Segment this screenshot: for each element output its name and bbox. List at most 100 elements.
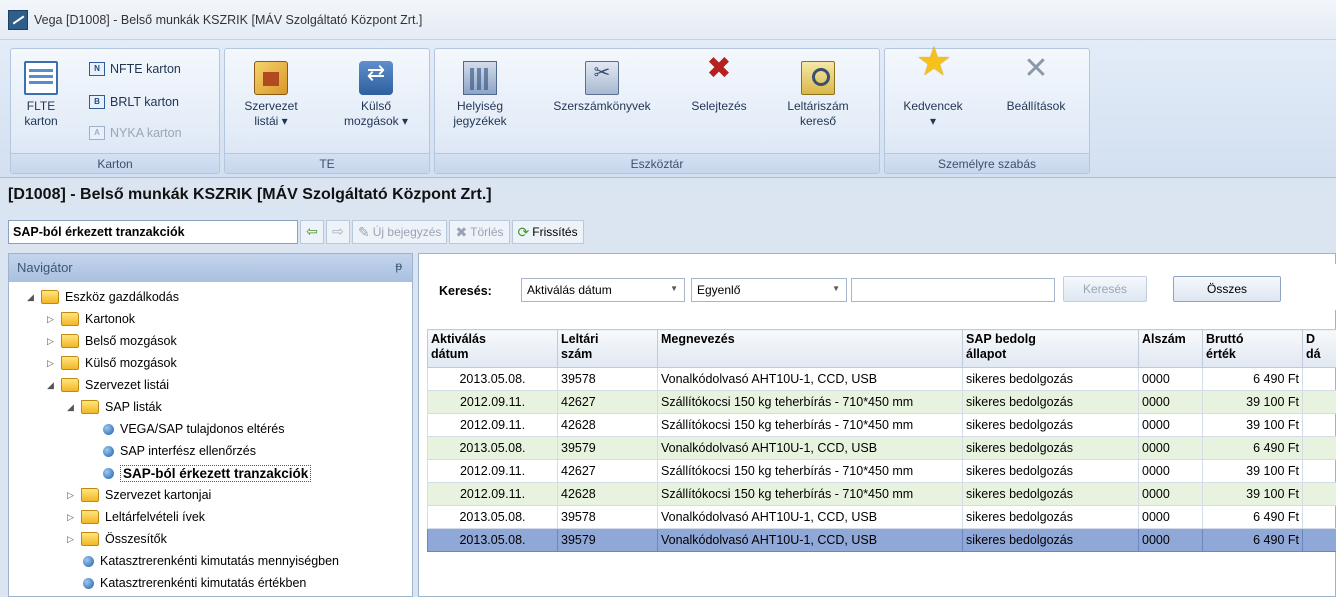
tree-node[interactable]: VEGA/SAP tulajdonos eltérés xyxy=(9,418,412,440)
table-row[interactable]: 2013.05.08. 39579 Vonalkódolvasó AHT10U-1,… xyxy=(427,528,1336,552)
tree-node[interactable]: ▷ Szervezet kartonjai xyxy=(9,484,412,506)
refresh-icon: ⟳ xyxy=(517,223,530,240)
search-operator-value: Egyenlő xyxy=(697,283,741,297)
table-row[interactable]: 2012.09.11. 42627 Szállítókocsi 150 kg teh… xyxy=(427,390,1336,414)
beallitasok-button[interactable]: Beállítások xyxy=(991,61,1081,114)
ribbon-group-label: TE xyxy=(225,153,429,173)
table-cell: 39578 xyxy=(557,367,658,391)
table-cell: 0000 xyxy=(1138,482,1203,506)
szerszamkonyvek-button[interactable]: Szerszámkönyvek xyxy=(535,61,669,114)
table-cell xyxy=(1302,367,1336,391)
leltariszam-kereso-button[interactable]: Leltáriszám kereső xyxy=(773,61,863,129)
table-cell: Vonalkódolvasó AHT10U-1, CCD, USB xyxy=(657,528,963,552)
search-operator-select[interactable]: Egyenlő ▼ xyxy=(691,278,847,302)
column-header[interactable]: D dá xyxy=(1302,329,1336,368)
current-view-field[interactable]: SAP-ból érkezett tranzakciók xyxy=(8,220,298,244)
column-header[interactable]: Megnevezés xyxy=(657,329,963,368)
forward-arrow-button[interactable]: ⇨ xyxy=(326,220,350,244)
szervezet-listai-button[interactable]: Szervezet listái ▾ xyxy=(231,61,311,129)
expand-arrow-icon[interactable]: ▷ xyxy=(67,534,77,545)
expand-arrow-icon[interactable]: ▷ xyxy=(47,314,57,325)
tree-node[interactable]: Katasztrerenkénti kimutatás értékben xyxy=(9,572,412,594)
tree-node-label: Szervezet kartonjai xyxy=(105,488,212,502)
tree-node[interactable]: SAP interfész ellenőrzés xyxy=(9,440,412,462)
search-value-input[interactable] xyxy=(851,278,1055,302)
tree-node[interactable]: ▷ Kartonok xyxy=(9,308,412,330)
show-all-button[interactable]: Összes xyxy=(1173,276,1281,302)
table-cell: 0000 xyxy=(1138,459,1203,483)
search-field-select[interactable]: Aktiválás dátum ▼ xyxy=(521,278,685,302)
nfte-karton-label: NFTE karton xyxy=(110,62,181,76)
kedvencek-button[interactable]: Kedvencek ▾ xyxy=(893,55,973,129)
table-cell: 2012.09.11. xyxy=(427,459,558,483)
tree-node[interactable]: ▷ Külső mozgások xyxy=(9,352,412,374)
folder-icon xyxy=(61,356,79,370)
delete-button[interactable]: ✖ Törlés xyxy=(449,220,510,244)
tree-node[interactable]: ◢ Eszköz gazdálkodás xyxy=(9,286,412,308)
table-cell xyxy=(1302,390,1336,414)
table-cell: 2013.05.08. xyxy=(427,367,558,391)
collapse-arrow-icon[interactable]: ◢ xyxy=(47,380,57,391)
collapse-arrow-icon[interactable]: ◢ xyxy=(67,402,77,413)
tree-node[interactable]: ▷ Összesítők xyxy=(9,528,412,550)
nfte-icon: N xyxy=(89,62,105,76)
table-row[interactable]: 2013.05.08. 39578 Vonalkódolvasó AHT10U-1,… xyxy=(427,505,1336,529)
table-cell: Szállítókocsi 150 kg teherbírás - 710*45… xyxy=(657,482,963,506)
column-header[interactable]: Leltári szám xyxy=(557,329,658,368)
expand-arrow-icon[interactable]: ▷ xyxy=(67,490,77,501)
pin-icon[interactable]: ᵽ xyxy=(395,259,402,273)
selejtezes-button[interactable]: Selejtezés xyxy=(679,61,759,114)
table-row[interactable]: 2012.09.11. 42628 Szállítókocsi 150 kg teh… xyxy=(427,413,1336,437)
table-header-row: Aktiválás dátum Leltári szám Megnevezés SAP… xyxy=(427,329,1336,368)
table-cell xyxy=(1302,459,1336,483)
table-cell: 0000 xyxy=(1138,436,1203,460)
brlt-karton-button[interactable]: B BRLT karton xyxy=(89,92,179,112)
nyka-karton-button[interactable]: A NYKA karton xyxy=(89,123,182,143)
expand-arrow-icon[interactable]: ▷ xyxy=(67,512,77,523)
refresh-button[interactable]: ⟳ Frissítés xyxy=(511,220,584,244)
kulso-mozgasok-button[interactable]: Külső mozgások ▾ xyxy=(331,61,421,129)
column-header[interactable]: Bruttó érték xyxy=(1202,329,1303,368)
tree-node[interactable]: ▷ Belső mozgások xyxy=(9,330,412,352)
tree-node[interactable]: ◢ SAP listák xyxy=(9,396,412,418)
table-row[interactable]: 2012.09.11. 42627 Szállítókocsi 150 kg teh… xyxy=(427,459,1336,483)
table-cell: 2013.05.08. xyxy=(427,436,558,460)
tree-node-label: SAP interfész ellenőrzés xyxy=(120,444,256,458)
report-bullet-icon xyxy=(103,467,114,479)
collapse-arrow-icon[interactable]: ◢ xyxy=(27,292,37,303)
search-button[interactable]: Keresés xyxy=(1063,276,1147,302)
arrow-right-icon: ⇨ xyxy=(332,223,344,239)
szervezet-listai-label: Szervezet listái ▾ xyxy=(244,99,298,128)
table-cell: 6 490 Ft xyxy=(1202,367,1303,391)
table-cell: 6 490 Ft xyxy=(1202,436,1303,460)
table-row[interactable]: 2012.09.11. 42628 Szállítókocsi 150 kg teh… xyxy=(427,482,1336,506)
ribbon-group-szemelyre-szabas: Kedvencek ▾ Beállítások Személyre szabás xyxy=(884,48,1090,174)
nfte-karton-button[interactable]: N NFTE karton xyxy=(89,59,181,79)
app-icon xyxy=(8,9,28,30)
flte-karton-button[interactable]: FLTE karton xyxy=(17,61,65,129)
tree-node-label: Katasztrerenkénti kimutatás értékben xyxy=(100,576,307,590)
navigator-header: Navigátor ᵽ xyxy=(9,254,412,282)
table-row[interactable]: 2013.05.08. 39578 Vonalkódolvasó AHT10U-1,… xyxy=(427,367,1336,391)
column-header[interactable]: Aktiválás dátum xyxy=(427,329,558,368)
tree-node[interactable]: SAP-ból érkezett tranzakciók xyxy=(9,462,412,484)
search-icon xyxy=(801,61,835,95)
table-cell: 42628 xyxy=(557,482,658,506)
report-bullet-icon xyxy=(83,577,94,589)
helyiseg-jegyzekek-label: Helyiség jegyzékek xyxy=(453,99,507,128)
expand-arrow-icon[interactable]: ▷ xyxy=(47,336,57,347)
tree-node[interactable]: ▷ Leltárfelvételi ívek xyxy=(9,506,412,528)
back-arrow-button[interactable]: ⇦ xyxy=(300,220,324,244)
column-header[interactable]: SAP bedolg állapot xyxy=(962,329,1139,368)
helyiseg-jegyzekek-button[interactable]: Helyiség jegyzékek xyxy=(439,61,521,129)
tree-node[interactable]: ◢ Szervezet listái xyxy=(9,374,412,396)
table-row[interactable]: 2013.05.08. 39579 Vonalkódolvasó AHT10U-1,… xyxy=(427,436,1336,460)
column-header[interactable]: Alszám xyxy=(1138,329,1203,368)
table-cell: 2012.09.11. xyxy=(427,390,558,414)
new-entry-button[interactable]: ✎ Új bejegyzés xyxy=(352,220,448,244)
nyka-karton-label: NYKA karton xyxy=(110,126,182,140)
tree-node[interactable]: Katasztrerenkénti kimutatás mennyiségben xyxy=(9,550,412,572)
table-cell: 39 100 Ft xyxy=(1202,413,1303,437)
expand-arrow-icon[interactable]: ▷ xyxy=(47,358,57,369)
table-cell: Vonalkódolvasó AHT10U-1, CCD, USB xyxy=(657,367,963,391)
